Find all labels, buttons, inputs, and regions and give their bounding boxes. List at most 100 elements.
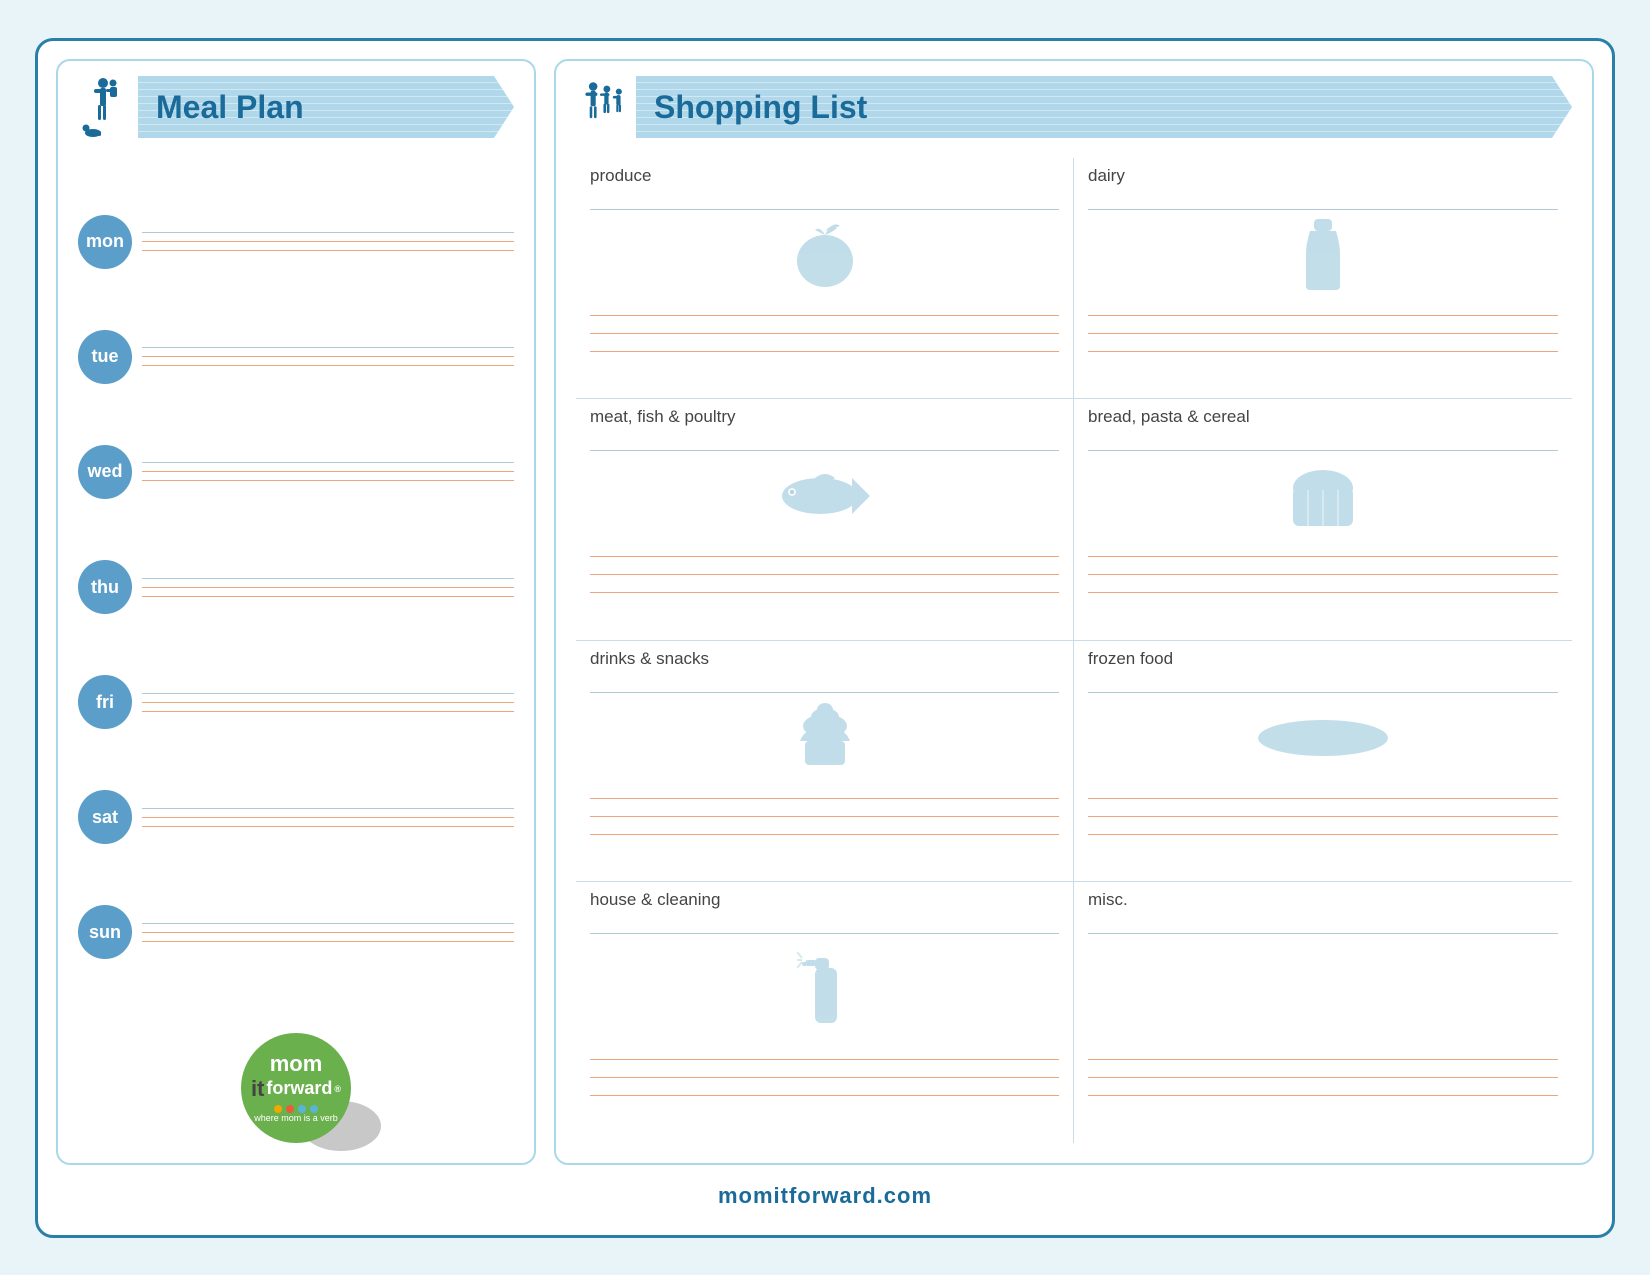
day-row-fri: fri (78, 671, 514, 733)
day-row-tue: tue (78, 326, 514, 388)
section-line (590, 916, 1059, 934)
day-line-top (142, 578, 514, 579)
section-frozen: frozen food (1074, 641, 1572, 883)
day-line-1 (142, 702, 514, 703)
misc-icon-area (1088, 938, 1558, 1038)
section-line (1088, 557, 1558, 575)
logo-it-text: it (251, 1076, 264, 1102)
section-line (1088, 781, 1558, 799)
day-row-thu: thu (78, 556, 514, 618)
section-house-title: house & cleaning (590, 890, 1059, 910)
day-line-2 (142, 480, 514, 481)
day-row-sun: sun (78, 901, 514, 963)
meal-plan-banner: Meal Plan (138, 76, 514, 138)
section-line (1088, 1060, 1558, 1078)
logo-tagline: where mom is a verb (254, 1113, 338, 1124)
section-bread: bread, pasta & cereal (1074, 399, 1572, 641)
day-line-top (142, 808, 514, 809)
section-line (1088, 539, 1558, 557)
day-lines-fri (142, 693, 514, 712)
logo-green-circle: mom it forward ® (241, 1033, 351, 1143)
section-produce: produce (576, 158, 1074, 400)
day-line-1 (142, 241, 514, 242)
meal-plan-panel: Meal Plan mon tue (56, 59, 536, 1165)
section-line (590, 316, 1059, 334)
day-line-2 (142, 365, 514, 366)
section-produce-title: produce (590, 166, 1059, 186)
day-line-1 (142, 356, 514, 357)
meal-plan-header: Meal Plan (78, 75, 514, 140)
section-line (1088, 575, 1558, 593)
section-frozen-title: frozen food (1088, 649, 1558, 669)
section-house: house & cleaning (576, 882, 1074, 1143)
day-line-top (142, 347, 514, 348)
section-line (1088, 433, 1558, 451)
meal-plan-title: Meal Plan (156, 89, 304, 126)
section-line (590, 1042, 1059, 1060)
day-line-2 (142, 596, 514, 597)
day-circle-fri: fri (78, 675, 132, 729)
dairy-icon-area (1088, 214, 1558, 294)
section-line (590, 1060, 1059, 1078)
day-row-sat: sat (78, 786, 514, 848)
bread-icon-area (1088, 455, 1558, 535)
shopping-icon (576, 75, 636, 140)
day-circle-wed: wed (78, 445, 132, 499)
content-row: Meal Plan mon tue (56, 59, 1594, 1165)
main-container: Meal Plan mon tue (35, 38, 1615, 1238)
section-line (590, 557, 1059, 575)
section-misc-title: misc. (1088, 890, 1558, 910)
logo-dot-2 (286, 1105, 294, 1113)
section-line (590, 781, 1059, 799)
day-line-1 (142, 471, 514, 472)
section-line (1088, 817, 1558, 835)
section-meat-title: meat, fish & poultry (590, 407, 1059, 427)
section-drinks: drinks & snacks (576, 641, 1074, 883)
day-rows: mon tue (78, 158, 514, 1017)
logo-mom-text: mom (270, 1052, 323, 1076)
section-line (1088, 316, 1558, 334)
section-line (1088, 916, 1558, 934)
shopping-grid: produce (576, 158, 1572, 1143)
shopping-panel: Shopping List produce (554, 59, 1594, 1165)
day-line-1 (142, 817, 514, 818)
section-drinks-title: drinks & snacks (590, 649, 1059, 669)
section-line (590, 575, 1059, 593)
day-line-top (142, 462, 514, 463)
day-line-top (142, 693, 514, 694)
section-line (590, 675, 1059, 693)
day-line-top (142, 923, 514, 924)
section-line (590, 539, 1059, 557)
house-icon-area (590, 938, 1059, 1038)
section-line (590, 433, 1059, 451)
day-line-2 (142, 250, 514, 251)
day-lines-sun (142, 923, 514, 942)
footer: momitforward.com (56, 1175, 1594, 1217)
day-lines-wed (142, 462, 514, 481)
day-line-2 (142, 826, 514, 827)
day-lines-tue (142, 347, 514, 366)
day-circle-thu: thu (78, 560, 132, 614)
shopping-list-title: Shopping List (654, 89, 867, 126)
day-row-mon: mon (78, 211, 514, 273)
shopping-header: Shopping List (576, 75, 1572, 140)
section-line (1088, 675, 1558, 693)
logo-forward-text: forward (266, 1079, 332, 1099)
day-line-1 (142, 932, 514, 933)
day-circle-tue: tue (78, 330, 132, 384)
logo-trademark: ® (334, 1084, 341, 1094)
day-circle-sat: sat (78, 790, 132, 844)
section-line (1088, 799, 1558, 817)
section-line (590, 799, 1059, 817)
section-meat: meat, fish & poultry (576, 399, 1074, 641)
section-line (1088, 334, 1558, 352)
shopping-list-banner: Shopping List (636, 76, 1572, 138)
section-dairy: dairy (1074, 158, 1572, 400)
day-lines-sat (142, 808, 514, 827)
section-misc: misc. (1074, 882, 1572, 1143)
section-bread-title: bread, pasta & cereal (1088, 407, 1558, 427)
section-line (1088, 298, 1558, 316)
section-line (1088, 1078, 1558, 1096)
section-line (590, 334, 1059, 352)
logo-dots (274, 1105, 318, 1113)
